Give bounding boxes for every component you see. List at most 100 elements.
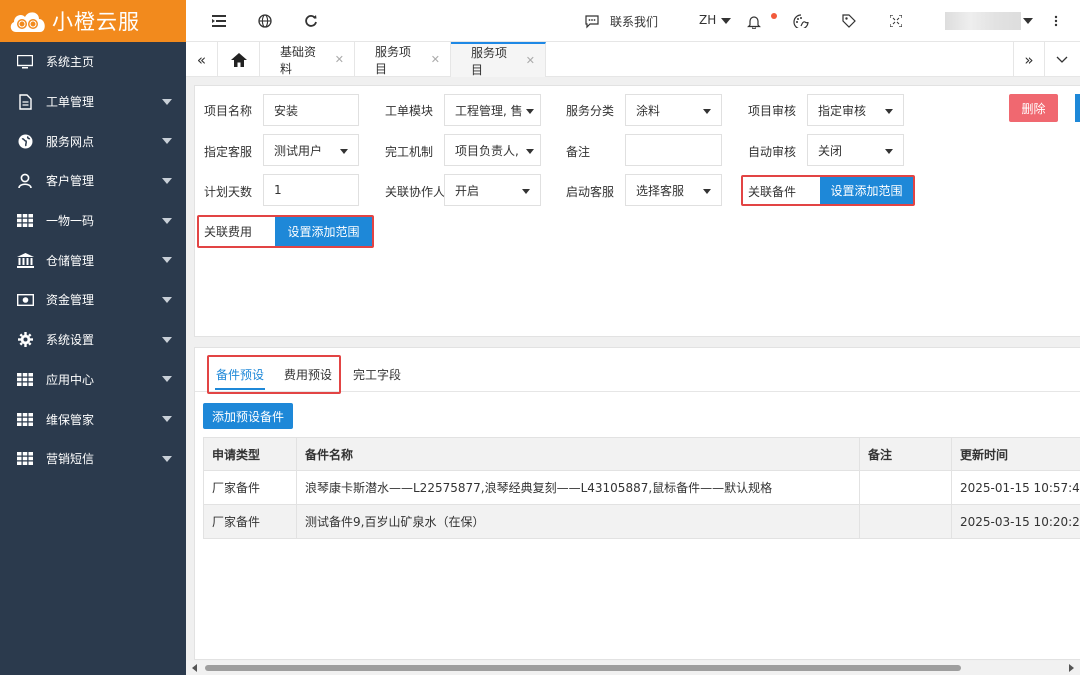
user-icon xyxy=(16,172,34,190)
column-header-updated-at[interactable]: 更新时间 xyxy=(951,437,1080,471)
sidebar-item-label: 维保管家 xyxy=(46,412,95,427)
sidebar-item[interactable]: 服务网点 xyxy=(0,121,186,161)
close-icon[interactable]: ✕ xyxy=(526,54,535,67)
project-name-label: 项目名称 xyxy=(204,104,253,118)
sidebar-item[interactable]: 一物一码 xyxy=(0,201,186,241)
table-row[interactable]: 厂家备件 测试备件9,百岁山矿泉水（在保） 2025-03-15 10:20:2… xyxy=(203,504,1080,539)
related-parts-set-range-button[interactable]: 设置添加范围 xyxy=(820,177,913,204)
sidebar-item-label: 服务网点 xyxy=(46,134,95,149)
logo[interactable]: 小橙云服 xyxy=(0,0,186,42)
fullscreen-icon[interactable] xyxy=(887,12,905,30)
horizontal-scrollbar[interactable] xyxy=(186,661,1080,675)
user-avatar-blurred[interactable] xyxy=(945,12,1021,30)
remark-input[interactable] xyxy=(625,134,722,166)
cell-part-name: 浪琴康卡斯潜水——L22575877,浪琴经典复刻——L43105887,鼠标备… xyxy=(296,470,860,505)
scroll-right-arrow-icon[interactable] xyxy=(1069,664,1074,672)
top-header: 联系我们 ZH xyxy=(186,0,1080,42)
delete-button[interactable]: 删除 xyxy=(1009,94,1058,122)
table-row[interactable]: 厂家备件 浪琴康卡斯潜水——L22575877,浪琴经典复刻——L4310588… xyxy=(203,470,1080,505)
close-icon[interactable]: ✕ xyxy=(335,53,344,66)
language-selector[interactable]: ZH xyxy=(699,13,716,27)
planned-days-input[interactable]: 1 xyxy=(263,174,359,206)
tabs-scroll-right-icon[interactable]: » xyxy=(1013,42,1045,77)
sidebar-item[interactable]: 仓储管理 xyxy=(0,240,186,280)
bell-icon[interactable] xyxy=(745,12,763,30)
project-review-label: 项目审核 xyxy=(748,104,797,118)
more-vertical-icon[interactable] xyxy=(1047,12,1065,30)
remark-label: 备注 xyxy=(566,145,591,159)
work-order-module-label: 工单模块 xyxy=(385,104,434,118)
sidebar-item[interactable]: 系统主页 xyxy=(0,42,186,82)
completion-mechanism-select[interactable]: 项目负责人, xyxy=(444,134,541,166)
refresh-icon[interactable] xyxy=(302,12,320,30)
cloud-orange-logo-icon xyxy=(8,6,48,36)
caret-down-icon xyxy=(162,217,172,224)
caret-down-icon xyxy=(162,177,172,184)
assigned-service-select[interactable]: 测试用户 xyxy=(263,134,359,166)
partial-action-button[interactable] xyxy=(1075,94,1080,122)
scroll-left-arrow-icon[interactable] xyxy=(192,664,197,672)
cell-remark xyxy=(859,470,952,505)
service-category-label: 服务分类 xyxy=(566,104,615,118)
user-menu-chevron-down-icon[interactable] xyxy=(1019,12,1037,30)
chat-icon[interactable] xyxy=(583,12,601,30)
sidebar-item-label: 工单管理 xyxy=(46,95,95,110)
enable-service-select[interactable]: 选择客服 xyxy=(625,174,722,206)
add-preset-part-button[interactable]: 添加预设备件 xyxy=(203,403,293,429)
bank-icon xyxy=(16,251,34,269)
sidebar-item-label: 客户管理 xyxy=(46,174,95,189)
notification-dot xyxy=(771,13,777,19)
sidebar-item[interactable]: 应用中心 xyxy=(0,360,186,400)
sidebar-item[interactable]: 客户管理 xyxy=(0,161,186,201)
caret-down-icon xyxy=(162,98,172,105)
grid-icon xyxy=(16,450,34,468)
auto-review-label: 自动审核 xyxy=(748,145,797,159)
sidebar-item[interactable]: 维保管家 xyxy=(0,399,186,439)
column-header-apply-type[interactable]: 申请类型 xyxy=(203,437,297,471)
sidebar: 小橙云服 系统主页工单管理服务网点客户管理一物一码 仓储管理资金管理系统设置 应用中… xyxy=(0,0,186,675)
tab-basic-data[interactable]: 基础资料 ✕ xyxy=(260,42,355,77)
sidebar-item-label: 资金管理 xyxy=(46,293,95,308)
cell-apply-type: 厂家备件 xyxy=(203,470,297,505)
sidebar-item[interactable]: 营销短信 xyxy=(0,439,186,479)
tab-service-items-active[interactable]: 服务项目 ✕ xyxy=(451,42,546,77)
tag-icon[interactable] xyxy=(840,12,858,30)
work-order-module-select[interactable]: 工程管理, 售 xyxy=(444,94,541,126)
close-icon[interactable]: ✕ xyxy=(431,53,440,66)
palette-icon[interactable] xyxy=(792,12,810,30)
globe-icon xyxy=(16,132,34,150)
tab-completion-fields[interactable]: 完工字段 xyxy=(353,366,401,383)
contact-us-link[interactable]: 联系我们 xyxy=(610,13,658,30)
caret-down-icon xyxy=(162,257,172,264)
sidebar-item[interactable]: 资金管理 xyxy=(0,280,186,320)
home-icon[interactable] xyxy=(218,42,260,77)
project-review-select[interactable]: 指定审核 xyxy=(807,94,904,126)
sidebar-item-label: 营销短信 xyxy=(46,452,95,467)
column-header-remark[interactable]: 备注 xyxy=(859,437,952,471)
sidebar-item[interactable]: 工单管理 xyxy=(0,82,186,122)
scrollbar-thumb[interactable] xyxy=(205,665,961,671)
preset-tabs-highlight xyxy=(207,355,341,394)
tabs-dropdown-chevron-icon[interactable] xyxy=(1046,42,1078,77)
tab-service-items[interactable]: 服务项目 ✕ xyxy=(355,42,451,77)
document-icon xyxy=(16,93,34,111)
tab-label: 基础资料 xyxy=(280,44,317,76)
related-fees-set-range-button[interactable]: 设置添加范围 xyxy=(275,217,372,246)
app-name: 小橙云服 xyxy=(52,10,140,34)
tabs-scroll-left-icon[interactable]: « xyxy=(186,42,218,77)
caret-down-icon xyxy=(162,376,172,383)
service-category-select[interactable]: 涂料 xyxy=(625,94,722,126)
column-header-part-name[interactable]: 备件名称 xyxy=(296,437,860,471)
caret-down-icon xyxy=(526,109,534,114)
project-name-input[interactable]: 安装 xyxy=(263,94,359,126)
caret-down-icon xyxy=(526,149,534,154)
auto-review-select[interactable]: 关闭 xyxy=(807,134,904,166)
caret-down-icon xyxy=(703,109,711,114)
related-collaborator-select[interactable]: 开启 xyxy=(444,174,541,206)
menu-toggle-icon[interactable] xyxy=(210,12,228,30)
page-tabs-bar: « 基础资料 ✕ 服务项目 ✕ 服务项目 ✕ » xyxy=(186,42,1080,77)
sidebar-item[interactable]: 系统设置 xyxy=(0,320,186,360)
globe-icon[interactable] xyxy=(256,12,274,30)
chevron-down-icon[interactable] xyxy=(717,12,735,30)
caret-down-icon xyxy=(162,416,172,423)
